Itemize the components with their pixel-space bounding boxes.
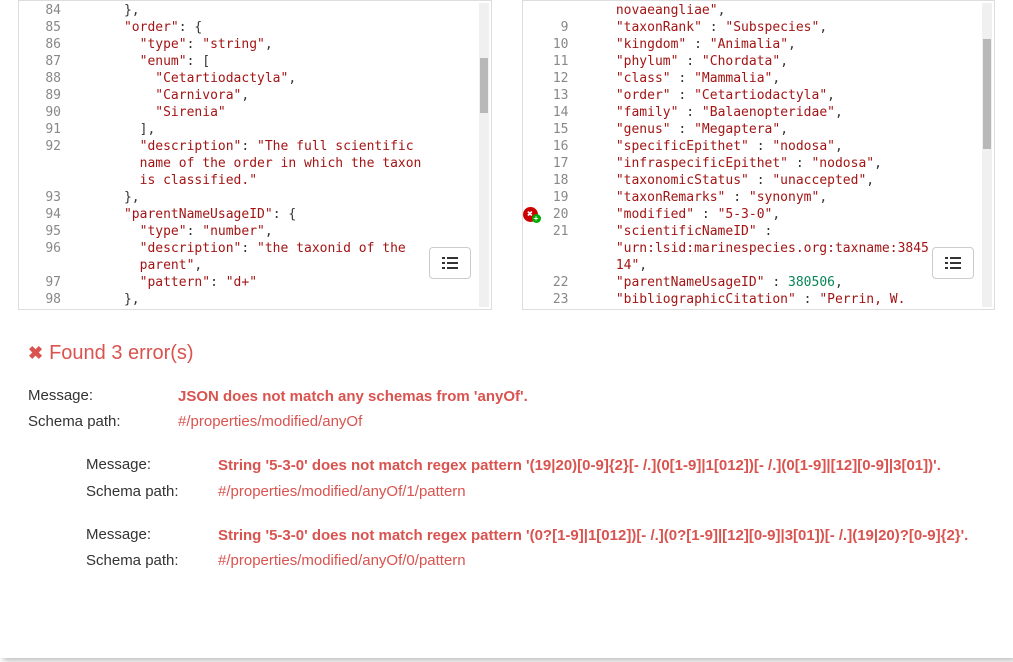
code-line[interactable]: "order": { [77, 19, 491, 36]
schema-editor-gutter: 84858687888990919293949596979899100 [19, 1, 77, 309]
schema-editor-scrollbar[interactable] [477, 3, 489, 307]
editors-row: 84858687888990919293949596979899100 }, "… [18, 0, 995, 310]
code-line[interactable]: }, [77, 189, 491, 206]
error-message-value: String '5-3-0' does not match regex patt… [218, 456, 985, 476]
code-line[interactable]: "order" : "Cetartiodactyla", [585, 87, 995, 104]
error-message-label: Message: [28, 387, 178, 407]
code-line[interactable]: "phylum": { [77, 308, 491, 309]
code-line[interactable]: "phylum" : "Chordata", [585, 53, 995, 70]
error-schemapath-label: Schema path: [86, 483, 218, 500]
json-editor-scrollbar[interactable] [980, 3, 992, 307]
error-sub-0: Message: String '5-3-0' does not match r… [86, 456, 985, 499]
error-message-value: String '5-3-0' does not match regex patt… [218, 526, 985, 546]
code-line[interactable]: "type": "string", [77, 36, 491, 53]
code-line[interactable]: "kingdom" : "Animalia", [585, 36, 995, 53]
code-line[interactable]: "enum": [ [77, 53, 491, 70]
code-line[interactable]: "class" : "Mammalia", [585, 70, 995, 87]
code-line[interactable]: "Carnivora", [77, 87, 491, 104]
code-line[interactable]: "taxonRank" : "Subspecies", [585, 19, 995, 36]
code-line[interactable]: }, [77, 291, 491, 308]
json-editor-gutter: 91011121314151617181920✖+212223 [523, 1, 585, 309]
code-line[interactable]: "Sirenia" [77, 104, 491, 121]
code-line[interactable]: "family" : "Balaenopteridae", [585, 104, 995, 121]
list-icon [442, 256, 458, 270]
code-line[interactable]: "infraspecificEpithet" : "nodosa", [585, 155, 995, 172]
code-line[interactable]: }, [77, 2, 491, 19]
code-line[interactable]: ], [77, 121, 491, 138]
json-editor-format-button[interactable] [932, 247, 974, 279]
results-header-text: Found 3 error(s) [49, 342, 194, 365]
code-line[interactable]: "Cetartiodactyla", [77, 70, 491, 87]
code-line[interactable]: "bibliographicCitation" : "Perrin, W. [585, 291, 995, 308]
code-line[interactable]: "taxonomicStatus" : "unaccepted", [585, 172, 995, 189]
error-message-label: Message: [86, 526, 218, 546]
validation-results: ✖ Found 3 error(s) Message: JSON does no… [18, 310, 995, 569]
schema-editor[interactable]: 84858687888990919293949596979899100 }, "… [18, 0, 492, 310]
error-message-value: JSON does not match any schemas from 'an… [178, 387, 985, 407]
error-message-label: Message: [86, 456, 218, 476]
code-line[interactable]: "taxonRemarks" : "synonym", [585, 189, 995, 206]
code-line[interactable]: novaeangliae", [585, 2, 995, 19]
list-icon [945, 256, 961, 270]
error-schemapath-label: Schema path: [86, 552, 218, 569]
code-line[interactable]: "description": "The full scientific [77, 138, 491, 155]
error-icon: ✖ [28, 343, 43, 364]
code-line[interactable]: is classified." [77, 172, 491, 189]
json-editor[interactable]: 91011121314151617181920✖+212223 novaeang… [522, 0, 996, 310]
code-line[interactable]: name of the order in which the taxon [77, 155, 491, 172]
results-header: ✖ Found 3 error(s) [28, 342, 985, 365]
code-line[interactable]: "parentNameUsageID": { [77, 206, 491, 223]
error-top: Message: JSON does not match any schemas… [28, 387, 985, 430]
code-line[interactable]: (2009). Megaptera nodosa nodosa Tomilin, [585, 308, 995, 309]
code-line[interactable]: "specificEpithet" : "nodosa", [585, 138, 995, 155]
code-line[interactable]: "genus" : "Megaptera", [585, 121, 995, 138]
error-schemapath-value: #/properties/modified/anyOf/0/pattern [218, 552, 985, 569]
schema-editor-format-button[interactable] [429, 247, 471, 279]
error-schemapath-value: #/properties/modified/anyOf [178, 413, 985, 430]
code-line[interactable]: "modified" : "5-3-0", [585, 206, 995, 223]
error-schemapath-value: #/properties/modified/anyOf/1/pattern [218, 483, 985, 500]
code-line[interactable]: "type": "number", [77, 223, 491, 240]
error-sub-1: Message: String '5-3-0' does not match r… [86, 526, 985, 569]
error-schemapath-label: Schema path: [28, 413, 178, 430]
code-line[interactable]: "scientificNameID" : [585, 223, 995, 240]
